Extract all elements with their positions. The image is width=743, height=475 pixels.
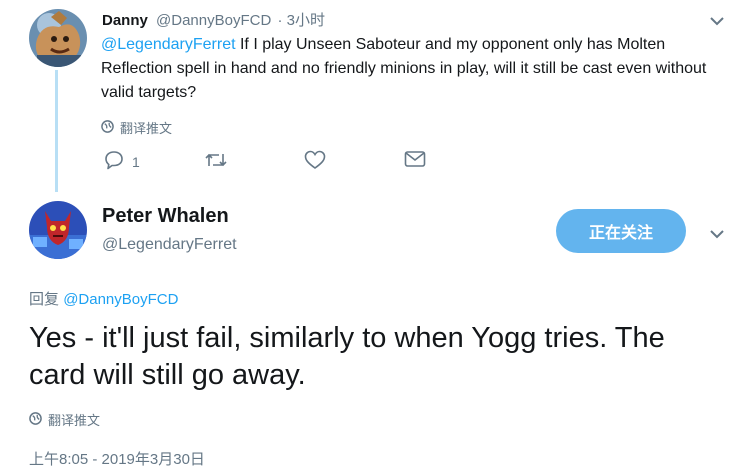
tweet-timestamp[interactable]: 上午8:05 - 2019年3月30日 <box>29 448 205 469</box>
reply-author-handle[interactable]: @DannyBoyFCD <box>156 12 271 29</box>
thread-line <box>55 70 58 192</box>
like-icon <box>304 150 326 173</box>
retweet-button[interactable] <box>204 150 228 173</box>
like-button[interactable] <box>304 150 326 173</box>
tweet-translate-label: 翻译推文 <box>48 413 101 428</box>
message-icon <box>404 150 426 171</box>
replying-to-label: 回复 <box>29 291 60 308</box>
reply-count: 1 <box>132 153 140 170</box>
avatar[interactable] <box>29 9 87 67</box>
tweet-translate-link[interactable]: 翻译推文 <box>29 410 100 429</box>
direct-message-button[interactable] <box>404 150 426 171</box>
tweet-author-handle[interactable]: @LegendaryFerret <box>102 236 237 254</box>
reply-header: Danny @DannyBoyFCD · 3小时 <box>102 9 325 30</box>
globe-icon <box>29 411 42 428</box>
tweet-author-name[interactable]: Peter Whalen <box>102 205 229 228</box>
tweet-text: Yes - it'll just fail, similarly to when… <box>29 322 665 391</box>
chevron-down-icon[interactable] <box>706 10 728 32</box>
replying-to-mention[interactable]: @DannyBoyFCD <box>63 291 178 308</box>
reply-icon <box>104 150 124 173</box>
reply-text: @LegendaryFerret If I play Unseen Sabote… <box>101 33 711 105</box>
replying-to: 回复 @DannyBoyFCD <box>29 288 178 309</box>
reply-mention-link[interactable]: @LegendaryFerret <box>101 36 236 53</box>
reply-button[interactable]: 1 <box>104 150 140 173</box>
reply-translate-label: 翻译推文 <box>120 121 173 136</box>
following-button[interactable]: 正在关注 <box>556 209 686 253</box>
reply-translate-link[interactable]: 翻译推文 <box>101 118 172 137</box>
reply-author-name[interactable]: Danny <box>102 12 148 29</box>
avatar[interactable] <box>29 201 87 259</box>
retweet-icon <box>204 150 228 173</box>
reply-time[interactable]: · 3小时 <box>277 12 325 29</box>
chevron-down-icon[interactable] <box>706 223 728 245</box>
globe-icon <box>101 119 114 136</box>
